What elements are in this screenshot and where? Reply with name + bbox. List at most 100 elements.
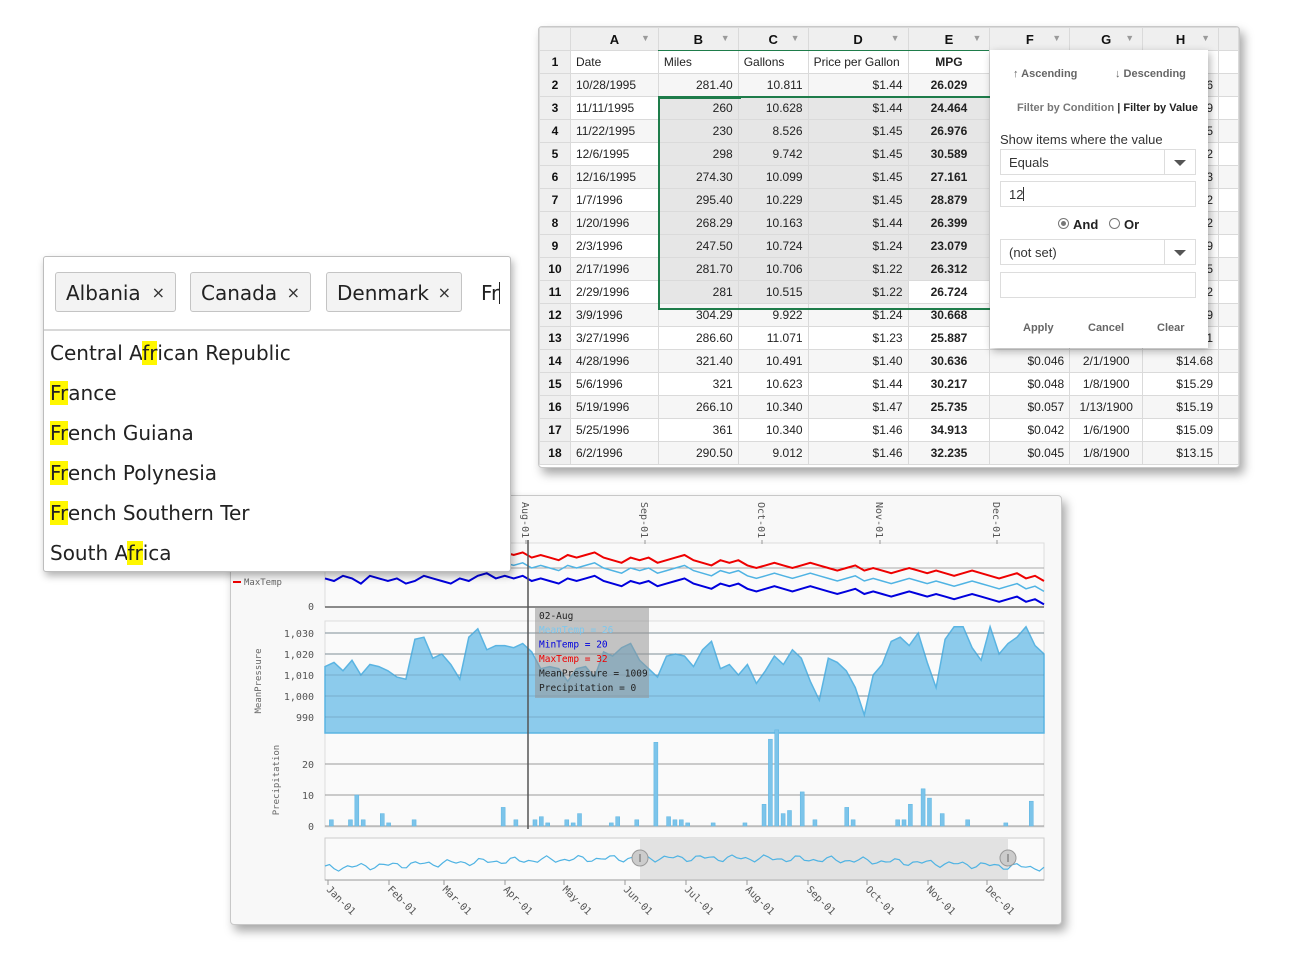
chevron-down-icon[interactable]	[1164, 150, 1195, 174]
cell-date[interactable]: 4/28/1996	[569, 349, 659, 373]
cell-price[interactable]: $1.22	[807, 280, 909, 304]
cell-miles[interactable]: 281.70	[657, 257, 739, 281]
cell-date[interactable]: 5/19/1996	[569, 395, 659, 419]
tab-filter-by-value[interactable]: Filter by Value	[1123, 102, 1198, 114]
column-header-b[interactable]: B ▼	[657, 27, 739, 51]
cell[interactable]	[1218, 372, 1239, 396]
cell-gallons[interactable]: 10.515	[737, 280, 809, 304]
cell[interactable]	[1218, 326, 1239, 350]
cell-gallons[interactable]: 9.922	[737, 303, 809, 327]
cell-gallons[interactable]: 10.340	[737, 395, 809, 419]
cell-date[interactable]: 1/7/1996	[569, 188, 659, 212]
row-header[interactable]: 12	[539, 303, 571, 327]
condition-select-2[interactable]: (not set)	[1000, 239, 1196, 265]
suggestion-item[interactable]: French Polynesia	[50, 461, 217, 485]
cell-g[interactable]: 1/6/1900	[1069, 418, 1144, 442]
cell-h[interactable]: $14.68	[1142, 349, 1219, 373]
cell-price[interactable]: $1.46	[807, 441, 909, 465]
cell-miles[interactable]: 321.40	[657, 349, 739, 373]
filter-icon[interactable]: ▼	[791, 33, 800, 43]
cell[interactable]	[1218, 234, 1239, 258]
cell[interactable]	[1218, 188, 1239, 212]
cell-f[interactable]: $0.048	[989, 372, 1071, 396]
cell-mpg[interactable]: 27.161	[907, 165, 991, 189]
cell-price[interactable]: $1.44	[807, 211, 909, 235]
cell-price[interactable]: $1.45	[807, 165, 909, 189]
cell-f[interactable]: $0.045	[989, 441, 1071, 465]
cell-gallons[interactable]: 10.623	[737, 372, 809, 396]
cell-mpg[interactable]: 25.735	[907, 395, 991, 419]
cell-price[interactable]: $1.23	[807, 326, 909, 350]
cell-gallons[interactable]: 11.071	[737, 326, 809, 350]
row-header[interactable]: 17	[539, 418, 571, 442]
header-cell[interactable]: Price per Gallon	[807, 50, 909, 74]
header-cell[interactable]: Miles	[657, 50, 739, 74]
cell-mpg[interactable]: 30.668	[907, 303, 991, 327]
filter-icon[interactable]: ▼	[641, 33, 650, 43]
cell-mpg[interactable]: 26.399	[907, 211, 991, 235]
cell-date[interactable]: 5/25/1996	[569, 418, 659, 442]
radio-and[interactable]: And	[1058, 217, 1098, 232]
cell[interactable]	[1218, 119, 1239, 143]
cancel-button[interactable]: Cancel	[1088, 322, 1124, 334]
cell-date[interactable]: 12/16/1995	[569, 165, 659, 189]
cell-gallons[interactable]: 8.526	[737, 119, 809, 143]
cell[interactable]	[1218, 211, 1239, 235]
cell-date[interactable]: 11/22/1995	[569, 119, 659, 143]
close-icon[interactable]: ×	[152, 283, 165, 302]
cell[interactable]	[1218, 418, 1239, 442]
cell-miles[interactable]: 304.29	[657, 303, 739, 327]
cell-mpg[interactable]: 26.029	[907, 73, 991, 97]
cell-date[interactable]: 3/9/1996	[569, 303, 659, 327]
cell-mpg[interactable]: 26.976	[907, 119, 991, 143]
cell-price[interactable]: $1.22	[807, 257, 909, 281]
cell-price[interactable]: $1.46	[807, 418, 909, 442]
cell-miles[interactable]: 290.50	[657, 441, 739, 465]
cell-miles[interactable]: 321	[657, 372, 739, 396]
sort-ascending-button[interactable]: ↑ Ascending	[1013, 68, 1077, 80]
suggestion-item[interactable]: Central African Republic	[50, 341, 291, 365]
row-header[interactable]: 13	[539, 326, 571, 350]
cell-miles[interactable]: 281.40	[657, 73, 739, 97]
cell-g[interactable]: 1/8/1900	[1069, 372, 1144, 396]
column-header-h[interactable]: H ▼	[1142, 27, 1219, 51]
cell[interactable]	[1218, 142, 1239, 166]
cell-h[interactable]: $13.15	[1142, 441, 1219, 465]
filter-icon[interactable]: ▼	[1052, 33, 1061, 43]
cell-miles[interactable]: 266.10	[657, 395, 739, 419]
row-header[interactable]: 2	[539, 73, 571, 97]
cell-gallons[interactable]: 10.811	[737, 73, 809, 97]
row-header[interactable]: 5	[539, 142, 571, 166]
cell-date[interactable]: 2/29/1996	[569, 280, 659, 304]
cell-price[interactable]: $1.44	[807, 73, 909, 97]
column-header-d[interactable]: D ▼	[807, 27, 909, 51]
cell-miles[interactable]: 281	[657, 280, 739, 304]
cell-mpg[interactable]: 26.724	[907, 280, 991, 304]
cell-miles[interactable]: 274.30	[657, 165, 739, 189]
cell-f[interactable]: $0.042	[989, 418, 1071, 442]
suggestion-item[interactable]: French Guiana	[50, 421, 194, 445]
cell[interactable]	[1218, 96, 1239, 120]
column-header-c[interactable]: C ▼	[737, 27, 809, 51]
cell-f[interactable]: $0.057	[989, 395, 1071, 419]
cell-date[interactable]: 2/17/1996	[569, 257, 659, 281]
cell-mpg[interactable]: 23.079	[907, 234, 991, 258]
cell-gallons[interactable]: 10.706	[737, 257, 809, 281]
column-header-f[interactable]: F ▼	[989, 27, 1071, 51]
cell-miles[interactable]: 247.50	[657, 234, 739, 258]
cell-date[interactable]: 5/6/1996	[569, 372, 659, 396]
cell-miles[interactable]: 286.60	[657, 326, 739, 350]
filter-icon[interactable]: ▼	[972, 33, 981, 43]
cell-miles[interactable]: 295.40	[657, 188, 739, 212]
cell-mpg[interactable]: 30.589	[907, 142, 991, 166]
search-input[interactable]: Fr	[481, 281, 501, 305]
cell[interactable]	[1218, 441, 1239, 465]
column-header-e[interactable]: E ▼	[907, 27, 991, 51]
condition-value-input-1[interactable]: 12	[1000, 181, 1196, 207]
cell-date[interactable]: 12/6/1995	[569, 142, 659, 166]
cell-gallons[interactable]: 9.012	[737, 441, 809, 465]
cell-gallons[interactable]: 10.163	[737, 211, 809, 235]
cell-h[interactable]: $15.29	[1142, 372, 1219, 396]
cell[interactable]	[1218, 280, 1239, 304]
cell-mpg[interactable]: 32.235	[907, 441, 991, 465]
